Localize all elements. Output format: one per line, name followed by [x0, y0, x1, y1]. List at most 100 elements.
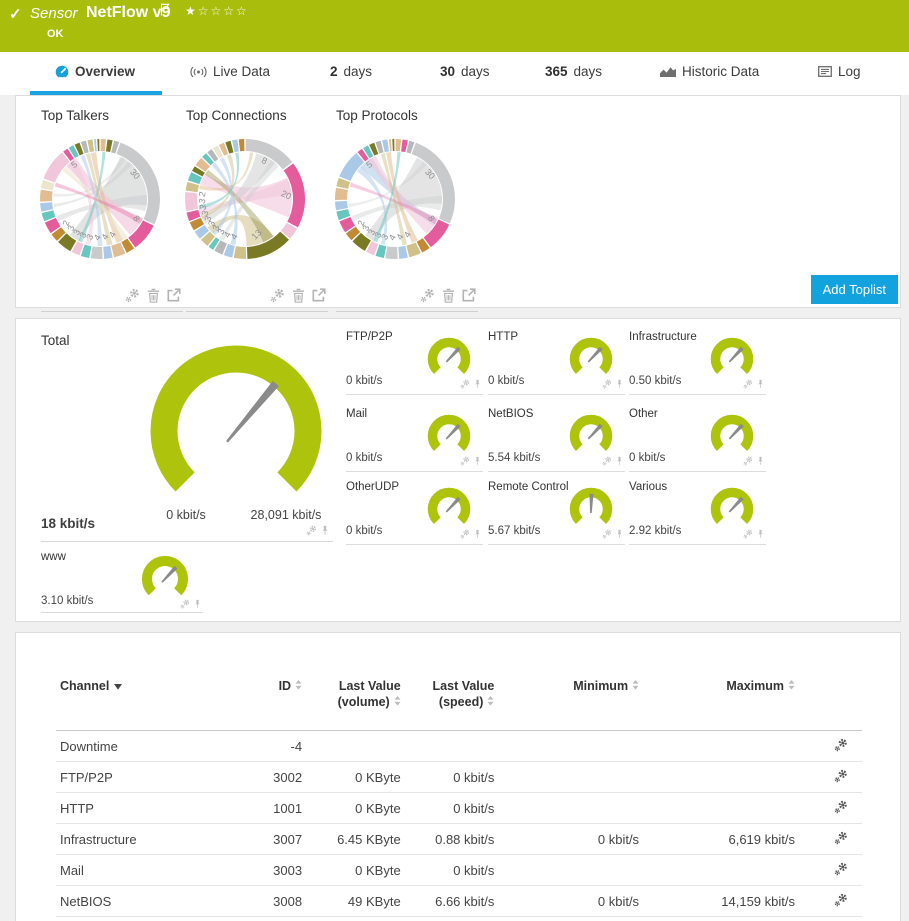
row-settings-icon[interactable] [799, 855, 862, 886]
status-ok-icon: ✓ [9, 5, 22, 23]
column-header[interactable]: Last Value(speed) [405, 673, 499, 731]
chord-diagram[interactable]: 530844433332 [35, 134, 165, 269]
prtg-sensor-page: ✓ Sensor NetFlow v9 ★☆☆☆☆ OK OverviewLiv… [0, 0, 909, 921]
settings-icon[interactable] [743, 379, 753, 389]
settings-icon[interactable] [306, 525, 317, 536]
pin-icon[interactable] [474, 529, 481, 539]
delete-icon[interactable] [292, 288, 305, 303]
settings-icon[interactable] [743, 456, 753, 466]
settings-icon[interactable] [460, 456, 470, 466]
cell-last-volume [306, 731, 405, 762]
tab-log[interactable]: Log [818, 52, 861, 91]
sort-icon[interactable] [788, 679, 795, 695]
sort-icon[interactable] [632, 679, 639, 695]
channel-gauge-value: 5.67 kbit/s [488, 525, 540, 537]
channel-gauge-card-netbios: NetBIOS5.54 kbit/s [488, 406, 625, 472]
pin-icon[interactable] [757, 456, 764, 466]
tab-live-data[interactable]: Live Data [190, 52, 270, 91]
pin-icon[interactable] [321, 525, 329, 536]
settings-icon[interactable] [743, 529, 753, 539]
settings-icon[interactable] [460, 529, 470, 539]
channels-table: ChannelIDLast Value(volume)Last Value(sp… [56, 673, 862, 917]
sort-desc-icon[interactable] [114, 679, 122, 695]
sort-icon[interactable] [394, 695, 401, 711]
table-row[interactable]: NetBIOS300849 KByte6.66 kbit/s0 kbit/s14… [56, 886, 862, 917]
settings-icon[interactable] [125, 288, 140, 303]
cell-minimum [498, 793, 643, 824]
cell-minimum [498, 731, 643, 762]
cell-channel: NetBIOS [56, 886, 225, 917]
tab-label: Overview [75, 64, 135, 79]
external-link-icon[interactable] [312, 288, 326, 303]
external-link-icon[interactable] [462, 288, 476, 303]
column-header[interactable]: Minimum [498, 673, 643, 731]
toplists-panel: Add Toplist Top Talkers530844433332Top C… [15, 95, 901, 308]
add-toplist-button[interactable]: Add Toplist [811, 275, 898, 304]
priority-stars[interactable]: ★☆☆☆☆ [185, 4, 249, 18]
table-row[interactable]: FTP/P2P30020 KByte0 kbit/s [56, 762, 862, 793]
settings-icon[interactable] [602, 529, 612, 539]
pin-icon[interactable] [194, 599, 201, 609]
channel-gauge-value: 2.92 kbit/s [629, 525, 681, 537]
cell-last-speed: 0 kbit/s [405, 855, 499, 886]
column-header[interactable]: Channel [56, 673, 225, 731]
settings-icon[interactable] [420, 288, 435, 303]
table-row[interactable]: Downtime-4 [56, 731, 862, 762]
total-gauge-actions [306, 525, 329, 536]
channel-gauge-card-mail: Mail0 kbit/s [346, 406, 483, 472]
delete-icon[interactable] [442, 288, 455, 303]
channel-gauge-value: 5.54 kbit/s [488, 452, 540, 464]
cell-last-volume: 49 KByte [306, 886, 405, 917]
pin-icon[interactable] [757, 529, 764, 539]
pin-icon[interactable] [474, 456, 481, 466]
row-settings-icon[interactable] [799, 731, 862, 762]
settings-icon[interactable] [270, 288, 285, 303]
external-link-icon[interactable] [167, 288, 181, 303]
table-row[interactable]: Infrastructure30076.45 KByte0.88 kbit/s0… [56, 824, 862, 855]
channel-gauge-label: Other [629, 408, 658, 420]
table-row[interactable]: Mail30030 KByte0 kbit/s [56, 855, 862, 886]
settings-icon[interactable] [180, 599, 190, 609]
channel-gauge-value: 3.10 kbit/s [41, 595, 93, 607]
pin-icon[interactable] [616, 529, 623, 539]
tab-number: 30 [440, 64, 455, 79]
tab-label: Live Data [213, 64, 270, 79]
row-settings-icon[interactable] [799, 762, 862, 793]
total-gauge-value: 18 kbit/s [41, 516, 95, 531]
chord-diagram[interactable]: 530844433332 [330, 134, 460, 269]
settings-icon[interactable] [460, 379, 470, 389]
column-header[interactable]: ID [225, 673, 306, 731]
cell-id: 3003 [225, 855, 306, 886]
pin-icon[interactable] [616, 456, 623, 466]
sort-icon[interactable] [295, 679, 302, 695]
flag-icon[interactable] [160, 3, 170, 16]
row-settings-icon[interactable] [799, 824, 862, 855]
tab-overview[interactable]: Overview [55, 52, 135, 91]
settings-icon[interactable] [602, 456, 612, 466]
channel-gauge-card-infrastructure: Infrastructure0.50 kbit/s [629, 329, 766, 395]
column-header[interactable]: Last Value(volume) [306, 673, 405, 731]
tab-bar: Overview Live Data 2days 30days 365days Histo… [0, 52, 909, 95]
sort-icon[interactable] [487, 695, 494, 711]
tab-historic-data[interactable]: Historic Data [660, 52, 759, 91]
row-settings-icon[interactable] [799, 886, 862, 917]
table-row[interactable]: HTTP10010 KByte0 kbit/s [56, 793, 862, 824]
tab-days[interactable]: 365days [545, 52, 602, 91]
channel-gauge-card-ftp-p2p: FTP/P2P0 kbit/s [346, 329, 483, 395]
cell-minimum: 0 kbit/s [498, 886, 643, 917]
chord-diagram[interactable]: 820134433333332 [180, 134, 310, 269]
tab-days[interactable]: 2days [330, 52, 372, 91]
row-settings-icon[interactable] [799, 793, 862, 824]
cell-last-speed: 0.88 kbit/s [405, 824, 499, 855]
cell-id: 1001 [225, 793, 306, 824]
pin-icon[interactable] [616, 379, 623, 389]
tab-label: Historic Data [682, 64, 759, 79]
settings-icon[interactable] [602, 379, 612, 389]
svg-text:2: 2 [61, 219, 72, 227]
cell-maximum [643, 762, 799, 793]
delete-icon[interactable] [147, 288, 160, 303]
column-header[interactable]: Maximum [643, 673, 799, 731]
pin-icon[interactable] [474, 379, 481, 389]
tab-days[interactable]: 30days [440, 52, 490, 91]
pin-icon[interactable] [757, 379, 764, 389]
